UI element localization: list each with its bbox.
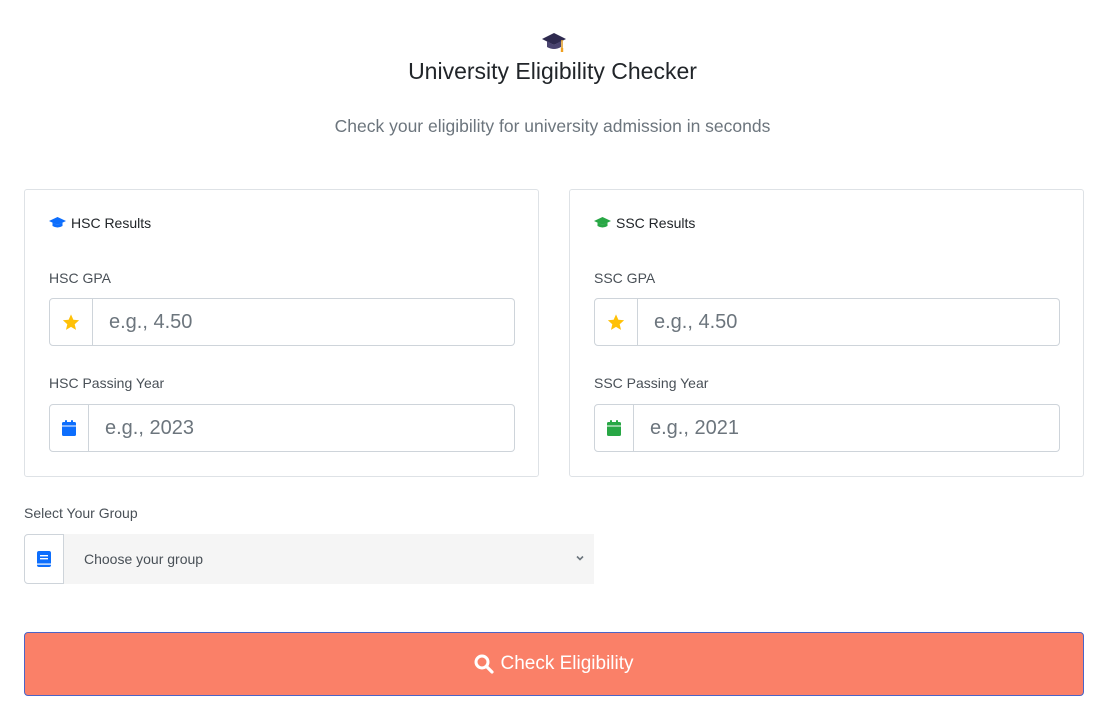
graduation-cap-icon: [49, 217, 66, 228]
ssc-year-addon: [594, 404, 634, 452]
hsc-card-title: HSC Results: [49, 214, 151, 232]
hsc-year-label: HSC Passing Year: [49, 375, 165, 391]
ssc-gpa-input[interactable]: [638, 298, 1060, 346]
hsc-year-addon: [49, 404, 89, 452]
group-label: Select Your Group: [24, 505, 138, 521]
ssc-card-title-text: SSC Results: [616, 215, 696, 231]
hsc-gpa-addon: [49, 298, 93, 346]
ssc-gpa-label: SSC GPA: [594, 270, 656, 286]
ssc-gpa-group: [594, 298, 1060, 346]
star-icon: [607, 313, 625, 330]
group-select-value: Choose your group: [84, 551, 204, 567]
hsc-gpa-label: HSC GPA: [49, 270, 111, 286]
check-eligibility-label: Check Eligibility: [500, 653, 634, 674]
hsc-gpa-group: [49, 298, 515, 346]
group-addon: [24, 534, 64, 584]
ssc-card-title: SSC Results: [594, 214, 695, 232]
graduation-cap-icon: [594, 217, 611, 228]
calendar-icon: [62, 420, 76, 436]
check-eligibility-button[interactable]: Check Eligibility: [24, 632, 1084, 696]
ssc-gpa-addon: [594, 298, 638, 346]
graduation-cap-icon: [542, 33, 566, 52]
book-icon: [37, 551, 51, 567]
hsc-results-card: HSC Results HSC GPA HSC Passing Year: [24, 189, 539, 477]
page-subtitle: Check your eligibility for university ad…: [334, 116, 771, 136]
hsc-gpa-input[interactable]: [93, 298, 515, 346]
group-select-box[interactable]: Choose your group: [64, 534, 594, 584]
ssc-year-group: [594, 404, 1060, 452]
hsc-year-input[interactable]: [89, 404, 515, 452]
group-select[interactable]: Choose your group: [24, 534, 594, 584]
ssc-year-label: SSC Passing Year: [594, 375, 709, 391]
ssc-year-input[interactable]: [634, 404, 1060, 452]
star-icon: [62, 313, 80, 330]
page-title: University Eligibility Checker: [408, 58, 697, 84]
search-icon: [474, 654, 495, 674]
calendar-icon: [607, 420, 621, 436]
hsc-year-group: [49, 404, 515, 452]
hsc-card-title-text: HSC Results: [71, 215, 152, 231]
chevron-down-icon: [576, 555, 584, 561]
ssc-results-card: SSC Results SSC GPA SSC Passing Year: [569, 189, 1084, 477]
